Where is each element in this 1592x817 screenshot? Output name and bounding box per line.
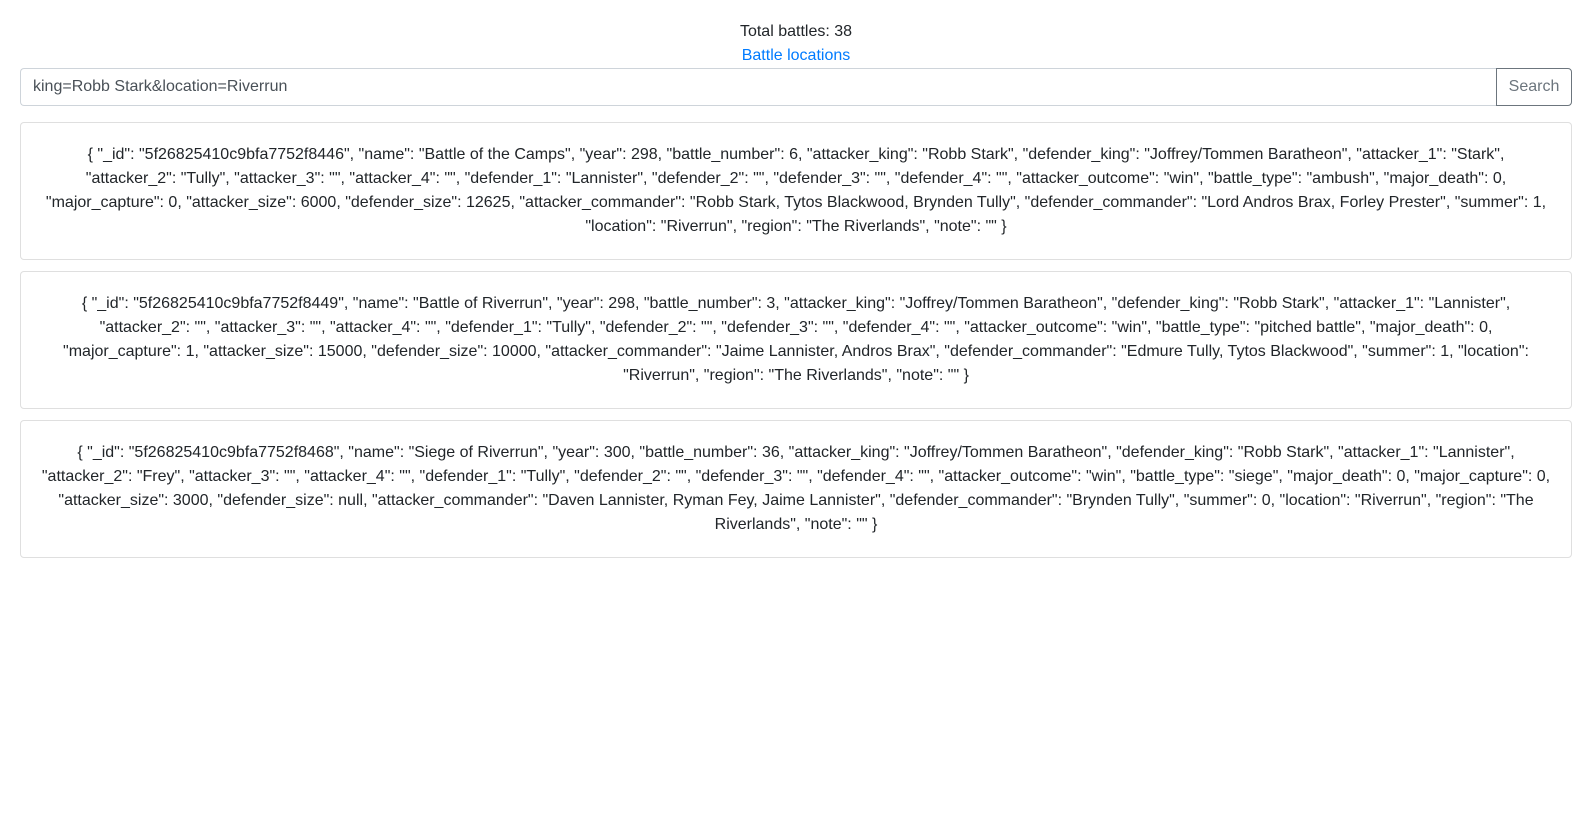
search-button[interactable]: Search	[1496, 68, 1572, 106]
result-card: { "_id": "5f26825410c9bfa7752f8468", "na…	[20, 420, 1572, 558]
total-battles: Total battles: 38	[739, 23, 853, 40]
result-card: { "_id": "5f26825410c9bfa7752f8449", "na…	[20, 271, 1572, 409]
result-card: { "_id": "5f26825410c9bfa7752f8446", "na…	[20, 122, 1572, 260]
result-text: { "_id": "5f26825410c9bfa7752f8449", "na…	[63, 295, 1529, 384]
result-text: { "_id": "5f26825410c9bfa7752f8468", "na…	[41, 444, 1551, 533]
results-list: { "_id": "5f26825410c9bfa7752f8446", "na…	[20, 122, 1572, 558]
battle-locations-link[interactable]: Battle locations	[742, 44, 851, 68]
page: Total battles: 38 Battle locations Searc…	[0, 0, 1592, 817]
search-bar: Search	[20, 68, 1572, 106]
search-input[interactable]	[20, 68, 1496, 106]
result-text: { "_id": "5f26825410c9bfa7752f8446", "na…	[45, 146, 1547, 235]
